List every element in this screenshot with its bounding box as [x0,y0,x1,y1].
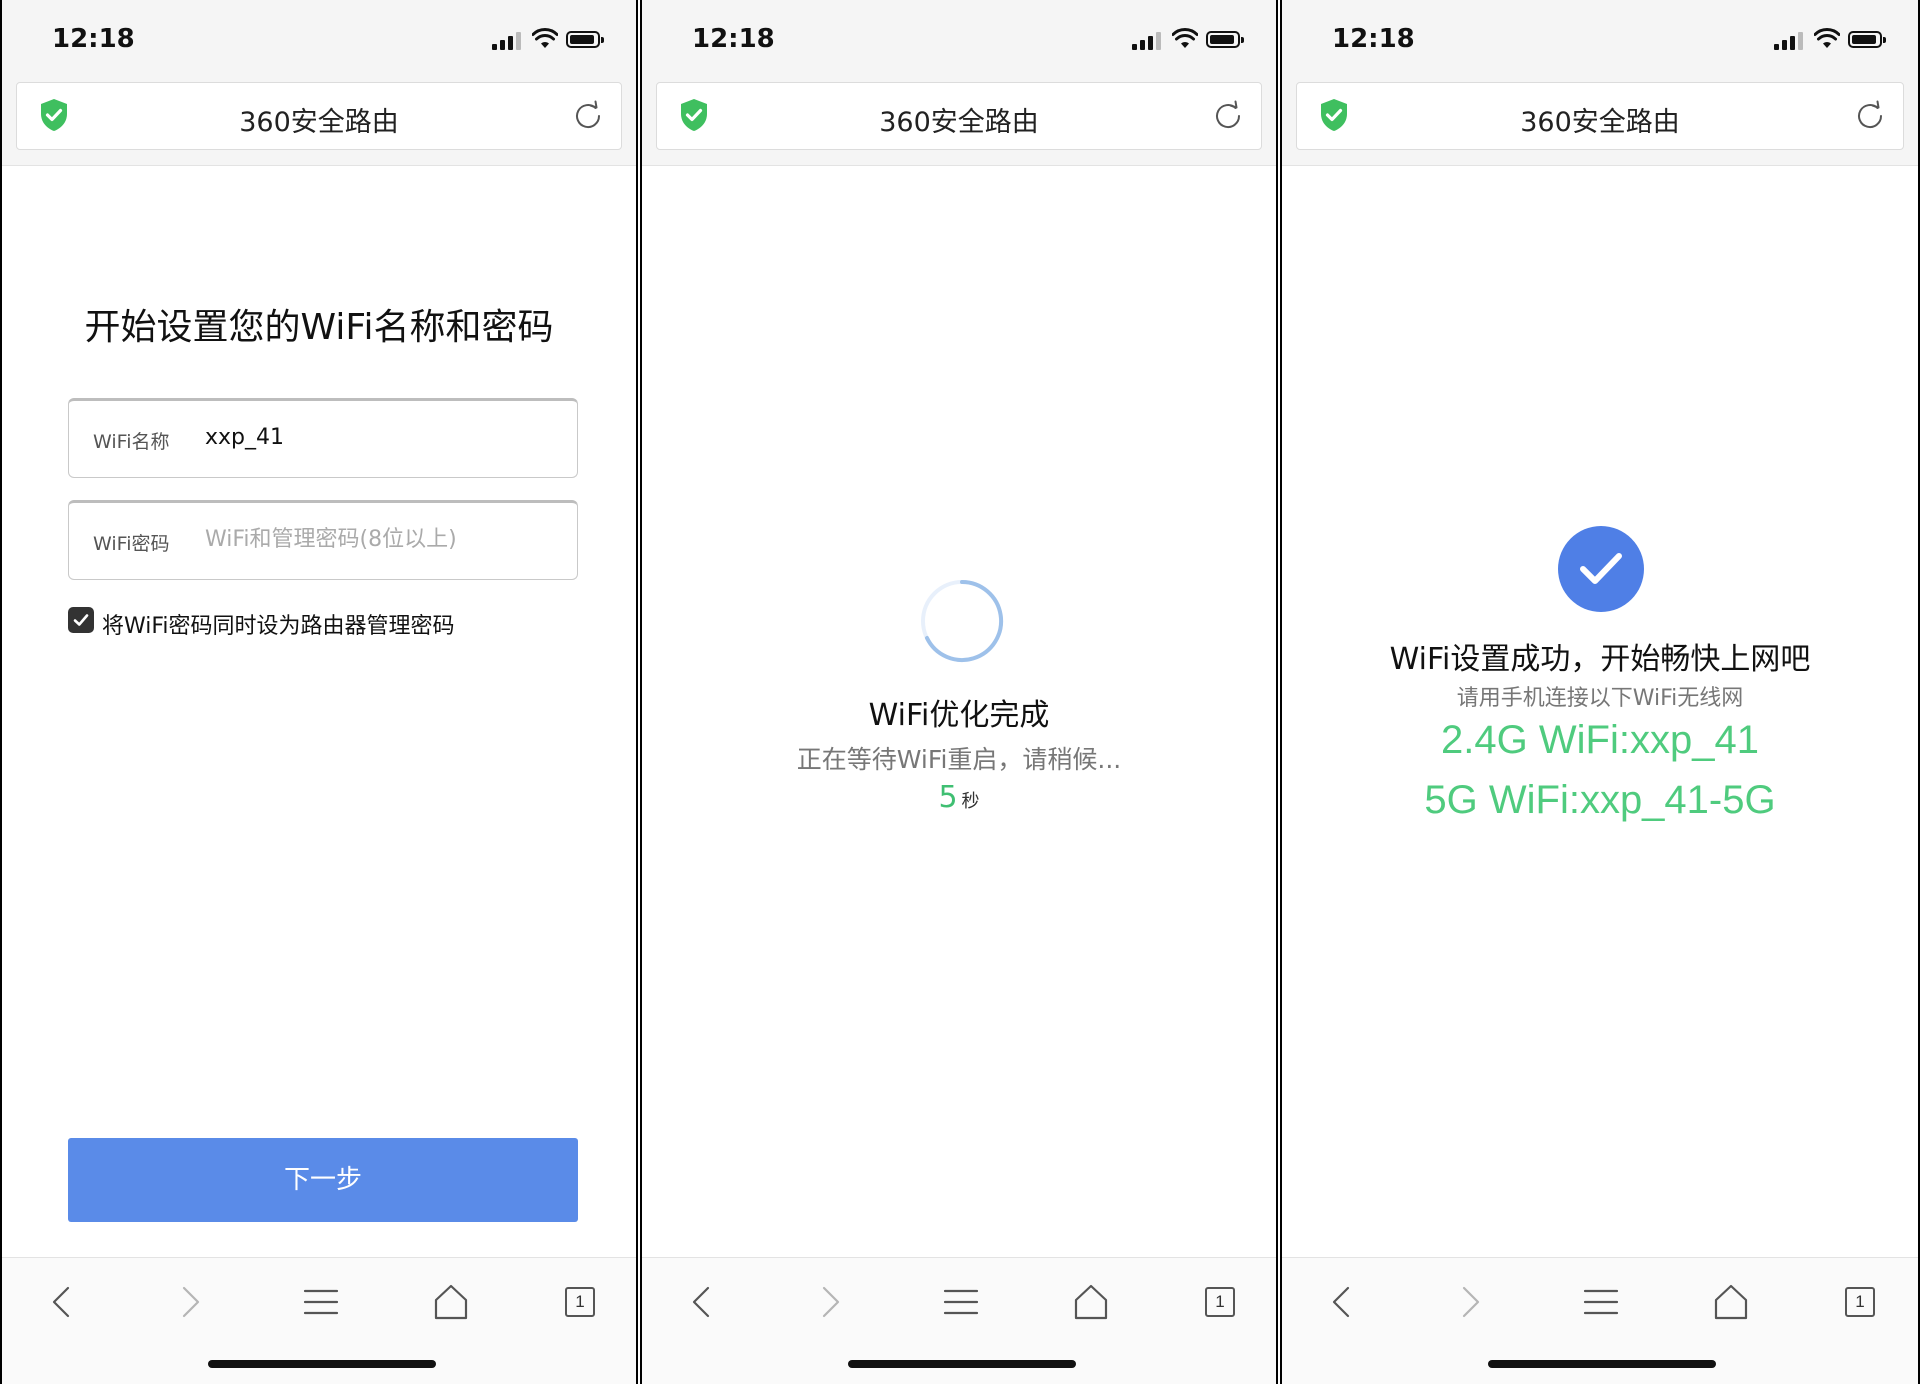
home-button[interactable] [1069,1280,1113,1324]
site-title: 360安全路由 [879,107,1039,138]
battery-icon [1206,31,1244,48]
forward-button[interactable] [1448,1280,1492,1324]
optimizing-screen: 12:18 360安全路由 WiFi优化完成 正在等待WiFi重启，请稍候...… [640,0,1278,1384]
battery-icon [566,31,604,48]
home-button[interactable] [429,1280,473,1324]
reload-icon[interactable] [1211,99,1245,133]
success-badge [1558,526,1644,612]
countdown: 5秒 [642,780,1276,815]
setup-screen: 12:18 360安全路由 开始设置您的WiFi名称和密码 WiFi名称 xxp… [0,0,638,1384]
browser-header: 12:18 360安全路由 [1282,0,1918,166]
spinner-icon [921,579,1004,662]
countdown-unit: 秒 [961,791,980,812]
wifi-password-field[interactable]: WiFi密码 [68,500,578,580]
home-indicator [208,1360,436,1368]
home-button[interactable] [1709,1280,1753,1324]
wifi-password-input[interactable] [205,527,555,552]
page-title: 开始设置您的WiFi名称和密码 [84,307,554,348]
home-indicator [848,1360,1076,1368]
browser-toolbar: 1 [642,1257,1276,1384]
browser-toolbar: 1 [2,1257,636,1384]
home-icon [434,1284,468,1320]
reload-icon[interactable] [571,99,605,133]
menu-button[interactable] [1579,1280,1623,1324]
home-indicator [1488,1360,1716,1368]
signal-icon [492,30,522,50]
optimize-status-message: 正在等待WiFi重启，请稍候... [796,745,1122,774]
success-subtitle: 请用手机连接以下WiFi无线网 [1456,686,1744,711]
success-check-icon [1580,553,1622,584]
status-icons [1132,28,1252,50]
site-title: 360安全路由 [1520,107,1680,138]
ssid-2-4g: 2.4G WiFi:xxp_41 [1441,718,1759,762]
tabs-button[interactable]: 1 [1198,1280,1242,1324]
wifi-name-input[interactable] [205,425,555,450]
browser-toolbar: 1 [1282,1257,1918,1384]
checkbox-check-icon [73,614,89,626]
battery-icon [1848,31,1886,48]
signal-icon [1132,30,1162,50]
forward-button[interactable] [808,1280,852,1324]
site-title: 360安全路由 [239,107,399,138]
address-bar[interactable]: 360安全路由 [656,82,1262,150]
forward-icon [822,1286,840,1318]
wifi-icon [1172,28,1198,48]
sync-admin-checkbox[interactable] [68,607,94,633]
tab-count: 1 [575,1292,585,1311]
wifi-icon [1814,28,1840,48]
forward-icon [1462,1286,1480,1318]
success-screen: 12:18 360安全路由 WiFi设置成功，开始畅快上网吧 请用手机连接以下W… [1280,0,1920,1384]
menu-button[interactable] [939,1280,983,1324]
status-time: 12:18 [1332,24,1415,54]
back-button[interactable] [1320,1280,1364,1324]
status-time: 12:18 [52,24,135,54]
back-button[interactable] [680,1280,724,1324]
wifi-password-label: WiFi密码 [93,533,170,555]
next-step-button[interactable]: 下一步 [68,1138,578,1222]
menu-icon [303,1289,339,1315]
success-title: WiFi设置成功，开始畅快上网吧 [1389,642,1811,677]
address-bar[interactable]: 360安全路由 [16,82,622,150]
menu-icon [1583,1289,1619,1315]
status-icons [492,28,612,50]
countdown-value: 5 [938,780,958,815]
forward-icon [182,1286,200,1318]
menu-icon [943,1289,979,1315]
tabs-button[interactable]: 1 [558,1280,602,1324]
sync-admin-label: 将WiFi密码同时设为路由器管理密码 [102,614,455,639]
home-icon [1714,1284,1748,1320]
wifi-icon [532,28,558,48]
back-icon [692,1286,710,1318]
back-icon [1332,1286,1350,1318]
status-time: 12:18 [692,24,775,54]
home-icon [1074,1284,1108,1320]
signal-icon [1774,30,1804,50]
forward-button[interactable] [168,1280,212,1324]
browser-header: 12:18 360安全路由 [642,0,1276,166]
menu-button[interactable] [299,1280,343,1324]
wifi-name-label: WiFi名称 [93,431,170,453]
browser-header: 12:18 360安全路由 [2,0,636,166]
status-icons [1774,28,1894,50]
tab-count: 1 [1855,1292,1865,1311]
optimize-status-title: WiFi优化完成 [868,698,1050,733]
tab-count: 1 [1215,1292,1225,1311]
address-bar[interactable]: 360安全路由 [1296,82,1904,150]
back-icon [52,1286,70,1318]
wifi-name-field[interactable]: WiFi名称 [68,398,578,478]
reload-icon[interactable] [1853,99,1887,133]
ssid-5g: 5G WiFi:xxp_41-5G [1424,778,1776,822]
tabs-button[interactable]: 1 [1838,1280,1882,1324]
back-button[interactable] [40,1280,84,1324]
